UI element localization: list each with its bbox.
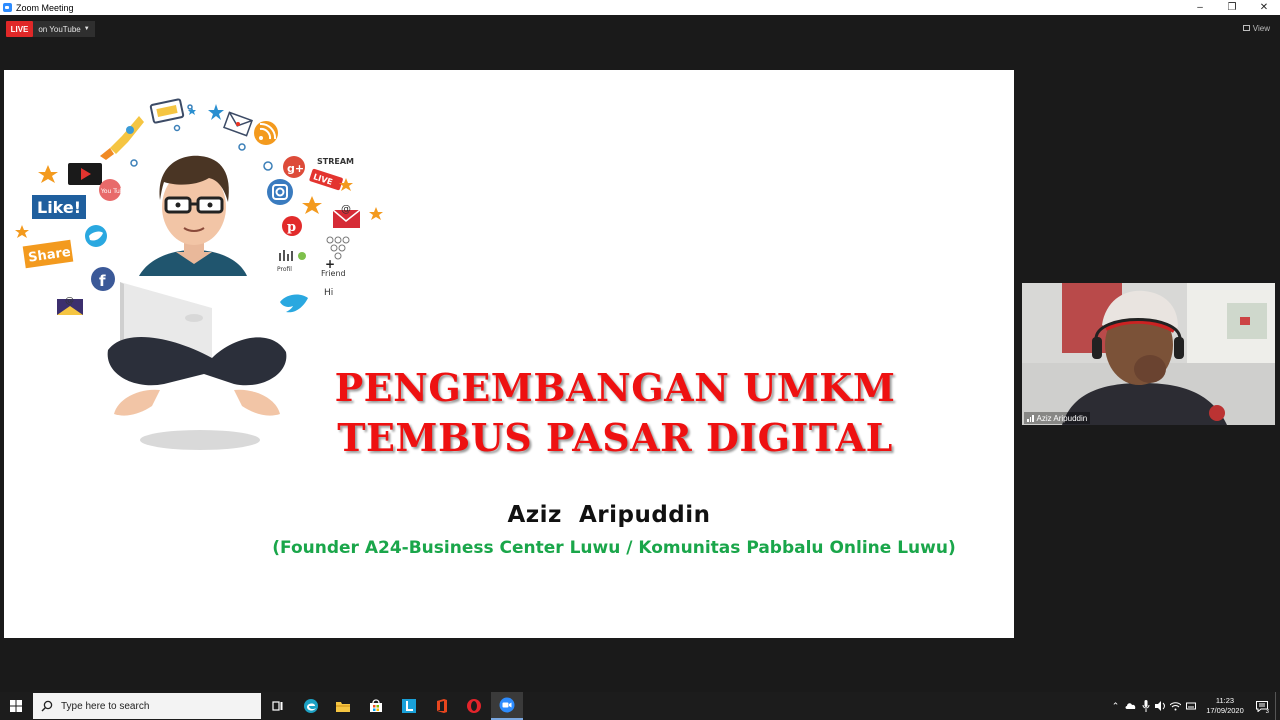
notification-count-badge: 3: [1265, 709, 1269, 715]
window-controls: – ❐ ✕: [1184, 0, 1280, 15]
minimize-button[interactable]: –: [1184, 0, 1216, 15]
svg-text:You Tube: You Tube: [100, 188, 128, 195]
opera-browser-button[interactable]: [458, 692, 490, 720]
l-app-icon: [402, 699, 416, 713]
folder-icon: [336, 702, 350, 712]
edge-browser-button[interactable]: [295, 692, 327, 720]
network-button[interactable]: [1168, 692, 1183, 720]
view-button[interactable]: View: [1242, 22, 1270, 34]
participant-name-tag: Aziz Aripuddin: [1024, 412, 1091, 424]
svg-text:p: p: [287, 220, 296, 235]
grid-icon: [1242, 25, 1250, 31]
zoom-icon: [499, 697, 515, 713]
keyboard-language-button[interactable]: [1183, 692, 1198, 720]
facebook-icon: f: [91, 267, 115, 291]
live-destination-label: on YouTube: [38, 24, 81, 34]
store-button[interactable]: [360, 692, 392, 720]
store-bag-icon: [370, 699, 382, 712]
social-media-illustration: g+ STREAM LIVE @ p + Friend Profil Hi Yo…: [15, 98, 383, 450]
instagram-icon: [267, 179, 293, 205]
svg-text:Profil: Profil: [277, 266, 292, 273]
windows-taskbar: Type here to search ⌃ 11:23 17/09/2020 3: [0, 692, 1280, 720]
slide-title-line-2: TEMBUS PASAR DIGITAL: [337, 415, 893, 460]
shared-screen-slide: g+ STREAM LIVE @ p + Friend Profil Hi Yo…: [4, 70, 1014, 638]
taskbar-search-box[interactable]: Type here to search: [33, 693, 261, 719]
stream-label: STREAM: [317, 157, 354, 166]
zoom-app-icon: [3, 3, 12, 12]
youtube-play-icon: [68, 163, 102, 185]
slide-title-line-1: PENGEMBANGAN UMKM: [334, 365, 896, 410]
view-label: View: [1252, 23, 1270, 33]
cloud-icon: [1125, 703, 1135, 709]
live-tag-icon: LIVE: [309, 168, 343, 191]
tray-overflow-button[interactable]: ⌃: [1108, 692, 1123, 720]
pinterest-icon: p: [282, 216, 302, 236]
shadow: [140, 430, 260, 450]
window-title: Zoom Meeting: [16, 2, 74, 13]
clock-date: 17/09/2020: [1206, 706, 1244, 715]
search-placeholder: Type here to search: [61, 700, 150, 712]
microphone-button[interactable]: [1138, 692, 1153, 720]
show-desktop-button[interactable]: [1275, 692, 1280, 720]
search-icon: [41, 700, 53, 712]
windows-logo-icon: [10, 700, 22, 712]
svg-text:@: @: [341, 204, 351, 215]
file-explorer-button[interactable]: [327, 692, 359, 720]
caret-down-icon: ▼: [83, 26, 90, 32]
svg-text:f: f: [99, 272, 106, 290]
presenter-affiliation: (Founder A24-Business Center Luwu / Komu…: [272, 538, 956, 558]
participant-video-frame: [1022, 283, 1275, 425]
wifi-icon: [1170, 701, 1181, 710]
envelope-icon: [223, 111, 253, 137]
task-view-button[interactable]: [262, 692, 294, 720]
svg-text:@: @: [65, 296, 74, 306]
signal-strength-icon: [1027, 414, 1034, 422]
task-view-icon: [272, 701, 283, 711]
system-tray: ⌃ 11:23 17/09/2020 3: [1108, 692, 1280, 720]
start-button[interactable]: [0, 692, 32, 720]
participant-name: Aziz Aripuddin: [1036, 413, 1088, 423]
envelope-left-icon: @: [57, 296, 83, 315]
office-button[interactable]: [426, 692, 458, 720]
tablet-icon: [149, 98, 185, 124]
edge-icon: [304, 699, 318, 713]
friends-icon: [326, 236, 350, 260]
zoom-taskbar-button[interactable]: [491, 692, 523, 720]
window-title-bar: Zoom Meeting – ❐ ✕: [0, 0, 1280, 15]
like-badge: Like!: [32, 195, 86, 219]
opera-icon: [467, 699, 481, 713]
rss-icon: [254, 121, 278, 145]
profil-chart-icon: Profil: [277, 250, 306, 273]
svg-text:Like!: Like!: [37, 198, 81, 217]
participant-video[interactable]: Aziz Aripuddin: [1022, 283, 1275, 425]
youtube-badge-icon: You Tube: [99, 179, 128, 201]
svg-text:g+: g+: [287, 162, 304, 175]
microphone-icon: [1142, 700, 1149, 712]
star-icons: [188, 104, 224, 120]
clock-time: 11:23: [1215, 696, 1235, 705]
google-plus-icon: g+: [283, 156, 305, 178]
speaker-icon: [1155, 701, 1165, 711]
chevron-up-icon: ⌃: [1111, 700, 1120, 711]
live-badge[interactable]: LIVE: [6, 21, 33, 37]
restore-button[interactable]: ❐: [1216, 0, 1248, 15]
hi-label: Hi: [324, 288, 333, 298]
twitter-bird-icon: [280, 294, 308, 313]
share-badge: Share: [22, 239, 74, 269]
volume-button[interactable]: [1153, 692, 1168, 720]
action-center-button[interactable]: 3: [1249, 692, 1275, 720]
keyboard-icon: [1185, 702, 1196, 710]
twitter-icon: [85, 225, 107, 247]
person-character: [107, 155, 287, 416]
close-button[interactable]: ✕: [1248, 0, 1280, 15]
l-app-button[interactable]: [393, 692, 425, 720]
onedrive-button[interactable]: [1123, 692, 1138, 720]
taskbar-clock[interactable]: 11:23 17/09/2020: [1201, 696, 1249, 716]
live-destination-dropdown[interactable]: on YouTube ▼: [33, 21, 95, 37]
mail-icon: @: [332, 204, 361, 228]
presenter-name: Aziz Aripuddin: [507, 502, 711, 528]
office-icon: [437, 699, 447, 713]
rocket-icon: [100, 116, 144, 160]
friend-label: Friend: [321, 269, 346, 278]
